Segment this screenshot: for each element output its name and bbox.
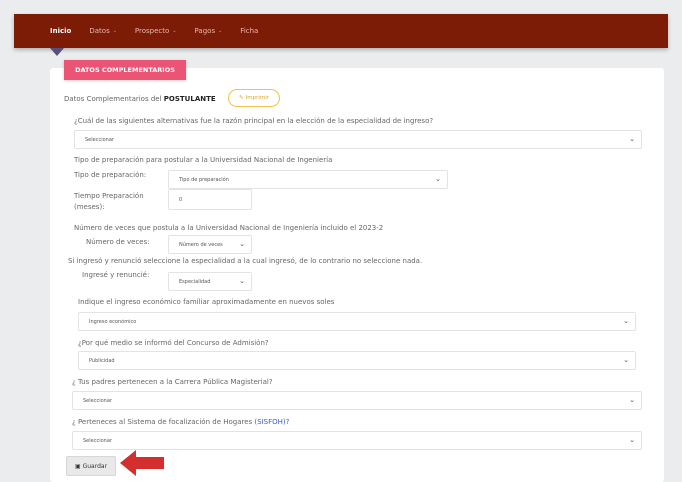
chevron-down-icon: ⌄: [629, 135, 635, 143]
q1-value: Seleccionar: [85, 136, 114, 143]
nav-prospecto[interactable]: Prospecto ⌄: [135, 27, 177, 35]
sisfoh-select[interactable]: Seleccionar ⌄: [72, 431, 642, 450]
income-select[interactable]: Ingreso económico ⌄: [78, 312, 636, 331]
prep-time-label-1: Tiempo Preparación: [74, 192, 144, 200]
media-label: ¿Por qué medio se informó del Concurso d…: [78, 339, 269, 347]
nav-inicio[interactable]: Inicio: [50, 27, 71, 35]
intro-bold: POSTULANTE: [163, 95, 216, 103]
chevron-down-icon: ⌄: [629, 396, 635, 404]
parents-select[interactable]: Seleccionar ⌄: [72, 391, 642, 410]
sisfoh-link[interactable]: (SISFOH)?: [254, 418, 289, 426]
prep-type-value: Tipo de preparación: [179, 176, 229, 183]
nav-datos-label: Datos: [89, 27, 110, 35]
nav-ficha-label: Ficha: [240, 27, 259, 35]
nav-inicio-label: Inicio: [50, 27, 72, 35]
intro-label: Datos Complementarios del: [64, 95, 162, 103]
nav-pagos[interactable]: Pagos ⌄: [195, 27, 223, 35]
income-label: Indique el ingreso económico familiar ap…: [78, 298, 335, 306]
q1-select[interactable]: Seleccionar ⌄: [74, 130, 642, 149]
prep-time-label-2: (meses):: [74, 203, 105, 211]
times-select[interactable]: Número de veces ⌄: [168, 235, 252, 254]
chevron-down-icon: ⌄: [435, 175, 441, 183]
save-button[interactable]: ▣ Guardar: [66, 456, 116, 476]
times-heading: Número de veces que postula a la Univers…: [74, 224, 384, 232]
renounce-value: Especialidad: [179, 278, 211, 285]
active-nav-indicator: [50, 48, 64, 56]
section-header: DATOS COMPLEMENTARIOS: [64, 60, 186, 80]
parents-label: ¿ Tus padres pertenecen a la Carrera Púb…: [72, 378, 273, 386]
nav-ficha[interactable]: Ficha: [240, 27, 258, 35]
chevron-down-icon: ⌄: [623, 356, 629, 364]
sisfoh-label-wrap: ¿ Perteneces al Sistema de focalización …: [72, 418, 289, 426]
q1-label: ¿Cuál de las siguientes alternativas fue…: [74, 117, 434, 125]
prep-time-value: 0: [179, 196, 183, 203]
sisfoh-value: Seleccionar: [83, 437, 112, 444]
prep-type-select[interactable]: Tipo de preparación ⌄: [168, 170, 448, 189]
chevron-down-icon: ⌄: [172, 28, 177, 34]
save-label: Guardar: [82, 462, 108, 470]
top-navbar: Inicio Datos ⌄ Prospecto ⌄ Pagos ⌄ Ficha: [14, 14, 668, 48]
chevron-down-icon: ⌄: [629, 436, 635, 444]
chevron-down-icon: ⌄: [239, 240, 245, 248]
nav-datos[interactable]: Datos ⌄: [89, 27, 117, 35]
prep-heading: Tipo de preparación para postular a la U…: [74, 156, 333, 164]
save-icon: ▣: [74, 462, 81, 470]
nav-pagos-label: Pagos: [194, 27, 216, 35]
times-value: Número de veces: [179, 241, 223, 248]
chevron-down-icon: ⌄: [239, 277, 245, 285]
times-label: Número de veces:: [86, 238, 150, 246]
income-value: Ingreso económico: [89, 318, 137, 325]
print-label: Imprimir: [245, 95, 270, 101]
sisfoh-label: ¿ Perteneces al Sistema de focalización …: [72, 418, 253, 426]
media-select[interactable]: Publicidad ⌄: [78, 351, 636, 370]
renounce-note: Si ingresó y renunció seleccione la espe…: [68, 257, 423, 265]
prep-time-input[interactable]: 0: [168, 189, 252, 210]
nav-prospecto-label: Prospecto: [134, 27, 170, 35]
parents-value: Seleccionar: [83, 397, 112, 404]
renounce-label: Ingresé y renuncié:: [82, 271, 150, 279]
print-button[interactable]: ✎ Imprimir: [228, 89, 280, 107]
chevron-down-icon: ⌄: [623, 317, 629, 325]
prep-type-label: Tipo de preparación:: [74, 171, 147, 179]
renounce-select[interactable]: Especialidad ⌄: [168, 272, 252, 291]
media-value: Publicidad: [89, 357, 115, 364]
print-icon: ✎: [238, 95, 244, 101]
intro-text: Datos Complementarios del POSTULANTE: [64, 95, 216, 103]
chevron-down-icon: ⌄: [112, 28, 117, 34]
arrow-left-icon: [120, 450, 164, 476]
chevron-down-icon: ⌄: [218, 28, 223, 34]
